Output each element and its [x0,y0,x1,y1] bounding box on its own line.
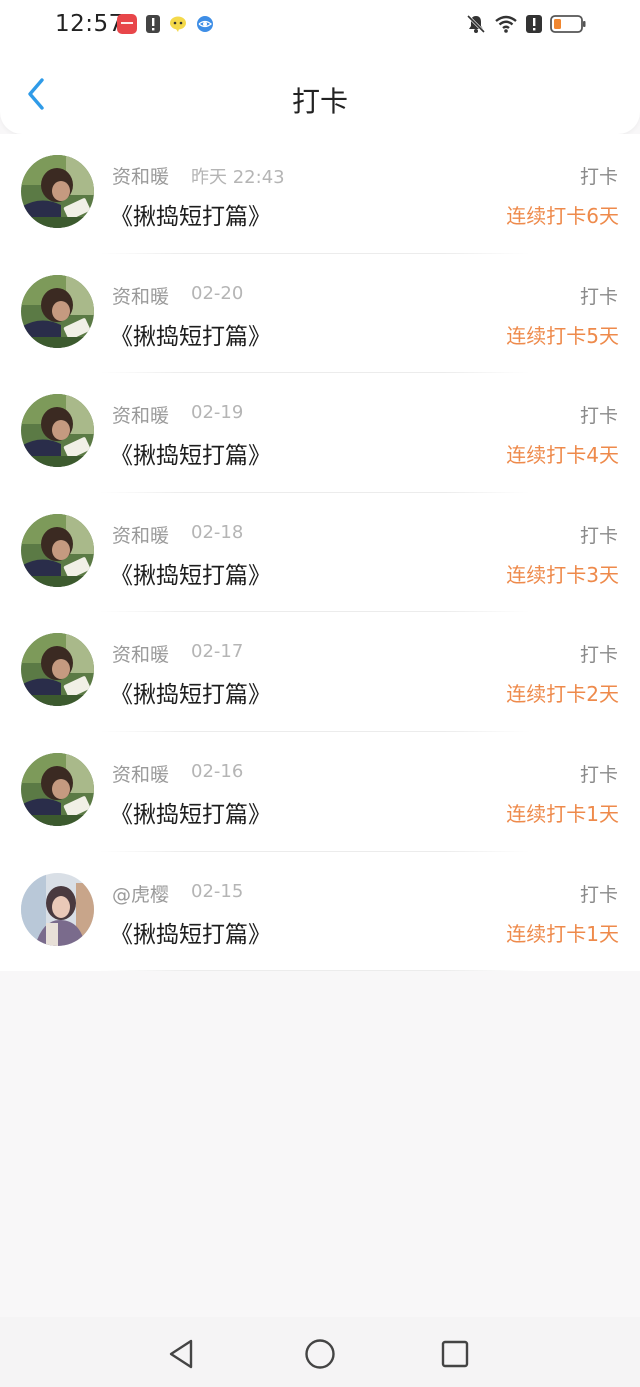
bell-muted-icon [466,14,486,34]
avatar-reader[interactable] [21,155,94,228]
checkin-time: 02-15 [191,880,244,902]
screen: 12:57 打卡 资和暖 昨天 22:43 《揪捣短打篇》 打卡 连续打卡6天 … [0,0,640,1387]
streak-label: 连续打卡2天 [506,682,619,707]
streak-label: 连续打卡4天 [506,443,619,468]
course-title: 《揪捣短打篇》 [110,562,271,589]
avatar-reader[interactable] [21,633,94,707]
status-bar: 12:57 [0,0,640,52]
streak-label: 连续打卡6天 [506,204,619,228]
checkin-action-label: 打卡 [579,405,618,428]
notification-alert-icon [146,14,160,38]
user-name[interactable]: 资和暖 [112,760,169,787]
page-title: 打卡 [291,85,348,118]
user-name[interactable]: @虎樱 [112,880,169,907]
checkin-action-label: 打卡 [579,763,618,786]
checkin-action-label: 打卡 [579,285,618,308]
course-title: 《揪捣短打篇》 [110,682,271,709]
avatar-reader[interactable] [21,752,94,826]
checkin-action-label: 打卡 [579,166,618,188]
user-name[interactable]: 资和暖 [112,521,169,548]
user-name[interactable]: 资和暖 [112,162,169,189]
avatar-girl[interactable] [21,872,94,946]
browser-app-icon [196,15,214,37]
course-title: 《揪捣短打篇》 [110,323,271,350]
avatar-reader[interactable] [21,513,94,587]
checkin-list-item[interactable]: 资和暖 02-20 《揪捣短打篇》 打卡连续打卡5天 [0,254,640,374]
checkin-time: 02-17 [191,641,244,663]
streak-label: 连续打卡5天 [506,323,619,348]
streak-label: 连续打卡1天 [506,921,619,946]
user-name[interactable]: 资和暖 [112,401,169,428]
checkin-action-label: 打卡 [579,524,618,547]
checkin-time: 02-18 [191,521,244,543]
streak-label: 连续打卡1天 [506,801,619,826]
app-red-icon [117,14,137,38]
checkin-list-item[interactable]: 资和暖 02-17 《揪捣短打篇》 打卡连续打卡2天 [0,612,640,732]
user-name[interactable]: 资和暖 [112,282,169,309]
checkin-action-label: 打卡 [579,883,618,906]
alert-icon [526,14,542,34]
header: 12:57 打卡 [0,0,640,134]
course-title: 《揪捣短打篇》 [110,801,271,828]
divider [100,970,530,972]
checkin-time: 02-20 [191,282,244,304]
checkin-list-item[interactable]: 资和暖 昨天 22:43 《揪捣短打篇》 打卡连续打卡6天 [0,134,640,254]
avatar-reader[interactable] [21,274,94,348]
streak-label: 连续打卡3天 [506,562,619,587]
status-time: 12:57 [55,11,124,37]
system-back-button[interactable] [163,1336,199,1372]
course-title: 《揪捣短打篇》 [110,443,271,470]
user-name[interactable]: 资和暖 [112,640,169,667]
checkin-list-item[interactable]: 资和暖 02-18 《揪捣短打篇》 打卡连续打卡3天 [0,493,640,613]
wifi-icon [494,14,518,34]
home-circle-icon [302,1339,338,1376]
checkin-time: 02-16 [191,760,244,782]
system-recents-button[interactable] [437,1336,473,1372]
checkin-list: 资和暖 昨天 22:43 《揪捣短打篇》 打卡 连续打卡6天 资和暖 02-20 《揪捣短打篇… [0,134,640,972]
avatar-reader[interactable] [21,394,94,468]
checkin-list-item[interactable]: 资和暖 02-19 《揪捣短打篇》 打卡连续打卡4天 [0,373,640,493]
chat-app-icon [169,15,187,37]
course-title: 《揪捣短打篇》 [110,204,271,230]
back-triangle-icon [163,1339,199,1376]
course-title: 《揪捣短打篇》 [110,921,271,948]
system-home-button[interactable] [302,1336,338,1372]
checkin-time: 昨天 22:43 [191,167,285,188]
checkin-list-item[interactable]: @虎樱 02-15 《揪捣短打篇》 打卡连续打卡1天 [0,852,640,972]
status-right-icons [466,14,586,34]
system-navigation-bar [0,1317,640,1387]
recents-square-icon [437,1340,473,1376]
status-left-icons [117,14,214,38]
checkin-action-label: 打卡 [579,644,618,667]
checkin-time: 02-19 [191,402,244,424]
battery-low-icon [550,14,586,34]
checkin-list-item[interactable]: 资和暖 02-16 《揪捣短打篇》 打卡连续打卡1天 [0,732,640,852]
nav-bar: 打卡 [0,60,640,134]
